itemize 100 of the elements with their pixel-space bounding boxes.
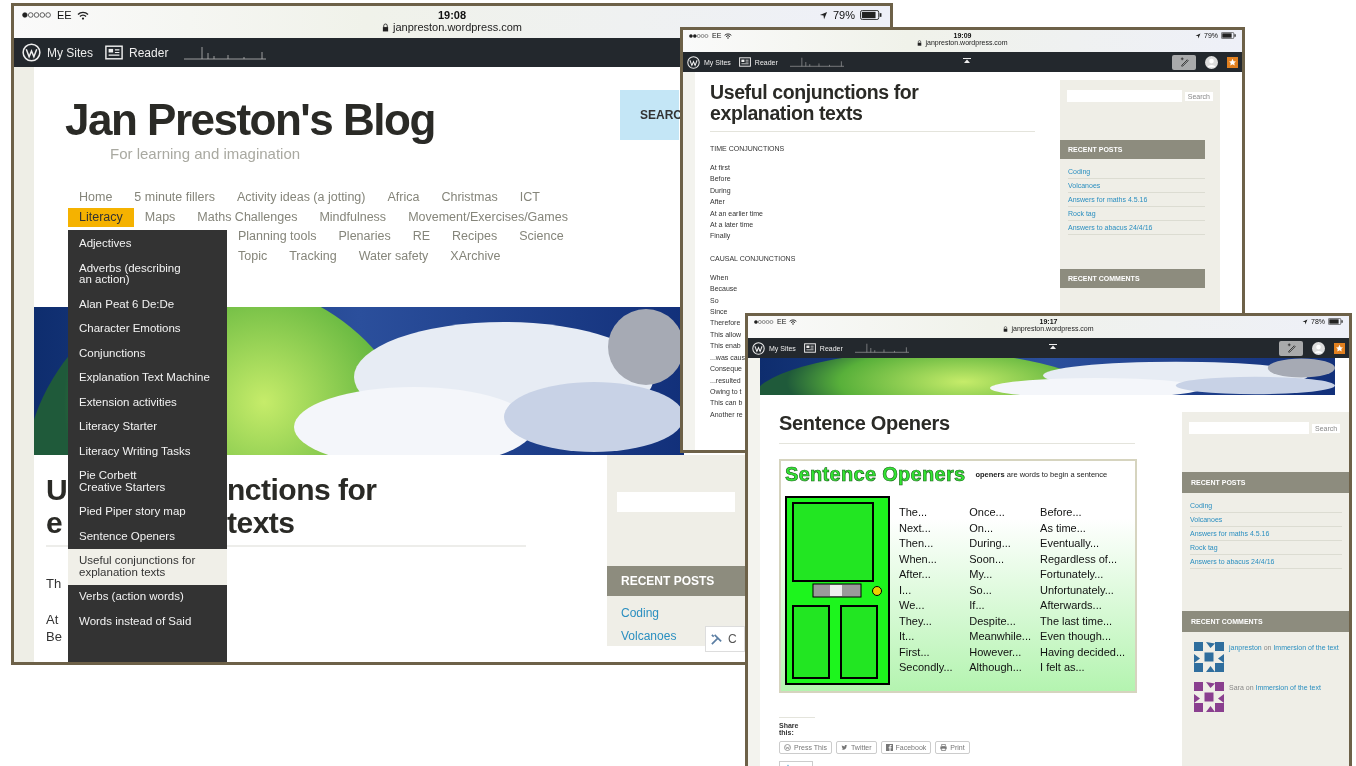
reader-icon[interactable] (105, 45, 123, 60)
nav-menu-item[interactable]: XArchive (439, 247, 512, 267)
opener-word: The last time... (1040, 613, 1114, 629)
signal-icon (22, 12, 52, 18)
nav-menu-item[interactable]: Tracking (278, 247, 348, 267)
printer-icon (940, 744, 948, 751)
dropdown-menu-item[interactable]: Alan Peat 6 De:De (68, 292, 227, 317)
nav-menu-item[interactable]: RE (401, 227, 442, 248)
facebook-logo-icon (885, 744, 893, 751)
post-text-fragment: At (46, 610, 59, 628)
signal-icon (754, 319, 774, 324)
wordpress-logo-icon[interactable] (22, 43, 41, 62)
nav-menu-item[interactable]: Water safety (347, 247, 440, 267)
dropdown-menu-item[interactable]: Literacy Writing Tasks (68, 439, 227, 464)
dropdown-menu-item[interactable]: Adverbs (describing an action) (68, 256, 227, 293)
dropdown-menu-item[interactable]: Conjunctions (68, 341, 227, 366)
opener-word: They... (899, 613, 933, 629)
post-text-fragment: Th (46, 574, 62, 592)
nav-menu-item[interactable]: Christmas (430, 188, 509, 208)
opener-word: On... (969, 520, 995, 536)
opener-word: I... (899, 582, 913, 598)
notification-star-icon[interactable] (1227, 56, 1238, 68)
dropdown-menu-item[interactable]: Character Emotions (68, 317, 227, 342)
opener-word: I felt as... (1040, 660, 1086, 675)
nav-menu-item[interactable]: Planning tools (227, 227, 328, 248)
opener-word: During... (969, 536, 1012, 551)
opener-word: Once... (969, 505, 1006, 520)
location-arrow-icon (1302, 318, 1308, 325)
reader-icon[interactable] (803, 343, 816, 353)
collapse-arrow-icon[interactable] (1048, 344, 1057, 350)
opener-word: After... (899, 567, 932, 582)
opener-word: Soon... (969, 551, 1006, 567)
search-field[interactable] (1189, 422, 1309, 434)
dropdown-menu-item[interactable]: Literacy Starter (68, 415, 227, 440)
search-button[interactable]: SEARC (620, 90, 679, 140)
dropdown-menu-item[interactable]: Explanation Text Machine (68, 366, 227, 391)
reader-icon[interactable] (738, 57, 751, 67)
clock-time: 19:08 (437, 9, 467, 21)
nav-menu-item[interactable]: Science (508, 227, 575, 248)
my-sites-link[interactable]: My Sites (47, 45, 93, 60)
dropdown-menu-item[interactable]: Words instead of Said (68, 609, 227, 634)
avatar-icon[interactable] (1312, 341, 1325, 355)
poster-title: Sentence Openers (785, 462, 966, 486)
nav-menu-item[interactable]: Topic (227, 247, 279, 267)
pencil-icon (1178, 56, 1190, 68)
nav-menu-item[interactable]: 5 minute fillers (123, 188, 226, 208)
post-title-fragment: texts (227, 505, 295, 540)
opener-word: So... (969, 582, 993, 598)
recent-post-link[interactable]: Coding (621, 605, 660, 620)
reader-link[interactable]: Reader (129, 45, 169, 60)
wifi-icon (789, 318, 798, 325)
tools-icon (710, 632, 723, 646)
wordpress-logo-icon (784, 744, 791, 751)
opener-word: We... (899, 598, 926, 613)
opener-word: Secondly... (899, 660, 954, 675)
nav-menu-item[interactable]: Activity ideas (a jotting) (225, 188, 377, 208)
dropdown-menu-item[interactable]: Sentence Openers (68, 524, 227, 549)
nav-menu-item[interactable]: Movement/Exercises/Games (397, 207, 579, 228)
nav-menu-item[interactable]: Mindfulness (308, 207, 398, 228)
search-field[interactable] (617, 491, 735, 512)
dropdown-menu-item[interactable]: Extension activities (68, 390, 227, 415)
nav-menu-item[interactable]: Africa (376, 188, 431, 208)
opener-word: The... (899, 505, 929, 520)
post-title-fragment: nctions for (227, 472, 377, 507)
carrier-name: EE (57, 9, 72, 21)
wifi-icon (724, 32, 733, 39)
opener-word: When... (899, 551, 938, 567)
dropdown-menu-item[interactable]: Pied Piper story map (68, 500, 227, 525)
opener-word: Unfortunately... (1040, 582, 1115, 598)
collapse-arrow-icon[interactable] (962, 58, 971, 64)
nav-menu-item[interactable]: ICT (508, 188, 551, 208)
signal-icon (689, 33, 709, 38)
opener-word: Then... (899, 536, 935, 551)
nav-menu-item[interactable]: Recipes (441, 227, 509, 248)
nav-menu-item[interactable]: Literacy (68, 207, 134, 228)
nav-menu-item[interactable]: Plenaries (327, 227, 402, 248)
post-text-fragment: Be (46, 627, 62, 645)
avatar-icon[interactable] (1205, 55, 1218, 69)
dropdown-menu-item[interactable]: Adjectives (68, 232, 227, 257)
opener-word: Even though... (1040, 629, 1112, 644)
lock-icon (917, 39, 923, 46)
dropdown-menu-item[interactable]: Pie Corbett Creative Starters (68, 464, 227, 500)
nav-menu-item[interactable]: Maps (133, 207, 187, 228)
wordpress-logo-icon[interactable] (752, 341, 765, 355)
pencil-icon (1285, 342, 1297, 354)
pencil-button[interactable] (1172, 54, 1196, 70)
url-text: janpreston.wordpress.com (393, 21, 522, 33)
search-field[interactable] (1067, 90, 1182, 102)
nav-menu-item[interactable]: Home (68, 188, 124, 208)
location-arrow-icon (1195, 32, 1201, 39)
dropdown-menu-item[interactable]: Verbs (action words) (68, 585, 227, 610)
pencil-button[interactable] (1279, 340, 1303, 356)
nav-menu-item[interactable]: Maths Challenges (186, 207, 309, 228)
wordpress-logo-icon[interactable] (687, 55, 700, 69)
customize-button[interactable]: C (705, 626, 745, 652)
post-title: Sentence Openers (779, 412, 951, 435)
dropdown-menu-item[interactable]: Useful conjunctions for explanation texts (68, 549, 227, 585)
opener-word: As time... (1040, 520, 1087, 536)
notification-star-icon[interactable] (1334, 342, 1345, 354)
recent-post-link[interactable]: Volcanoes (621, 628, 677, 643)
